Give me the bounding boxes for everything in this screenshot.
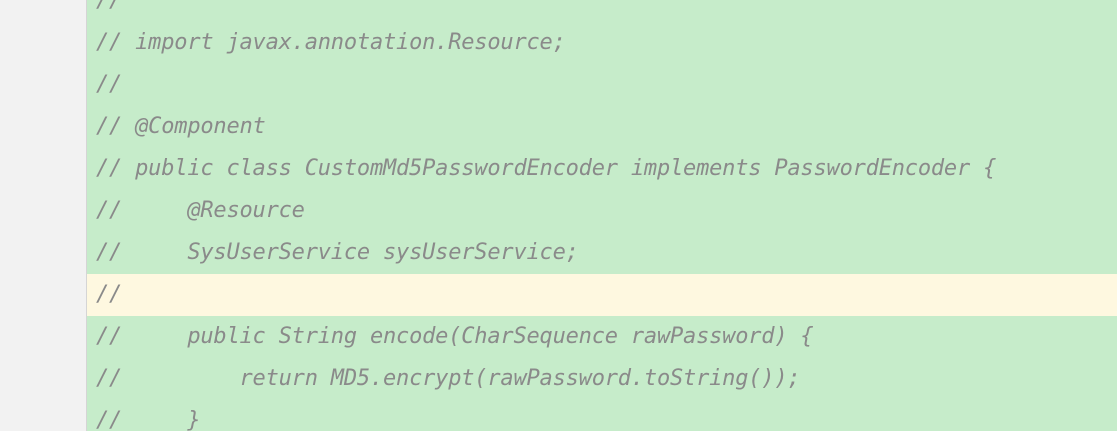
code-line-text: // public String encode(CharSequence raw… bbox=[96, 324, 814, 349]
code-line-text: // bbox=[96, 72, 123, 97]
code-line-9[interactable]: // public String encode(CharSequence raw… bbox=[0, 316, 1117, 358]
code-line-text: // } bbox=[96, 408, 201, 431]
current-code-line[interactable]: // bbox=[0, 274, 1117, 316]
code-line-text: // bbox=[96, 0, 123, 13]
code-line-4[interactable]: // @Component bbox=[0, 106, 1117, 148]
code-line-5[interactable]: // public class CustomMd5PasswordEncoder… bbox=[0, 148, 1117, 190]
code-line-6[interactable]: // @Resource bbox=[0, 190, 1117, 232]
editor-gutter[interactable] bbox=[0, 0, 87, 431]
code-line-text: // bbox=[96, 282, 123, 307]
code-line-text: // public class CustomMd5PasswordEncoder… bbox=[96, 156, 997, 181]
code-line-text: // return MD5.encrypt(rawPassword.toStri… bbox=[96, 366, 801, 391]
code-line-3[interactable]: // bbox=[0, 64, 1117, 106]
code-line-text: // import javax.annotation.Resource; bbox=[96, 30, 566, 55]
code-line-7[interactable]: // SysUserService sysUserService; bbox=[0, 232, 1117, 274]
code-line-1[interactable]: // bbox=[0, 0, 1117, 22]
code-line-2[interactable]: // import javax.annotation.Resource; bbox=[0, 22, 1117, 64]
code-line-text: // SysUserService sysUserService; bbox=[96, 240, 579, 265]
code-line-10[interactable]: // return MD5.encrypt(rawPassword.toStri… bbox=[0, 358, 1117, 400]
code-lines: // // import javax.annotation.Resource; … bbox=[0, 0, 1117, 431]
code-line-text: // @Resource bbox=[96, 198, 305, 223]
code-line-11[interactable]: // } bbox=[0, 400, 1117, 431]
code-line-text: // @Component bbox=[96, 114, 266, 139]
code-editor[interactable]: // // import javax.annotation.Resource; … bbox=[0, 0, 1117, 431]
